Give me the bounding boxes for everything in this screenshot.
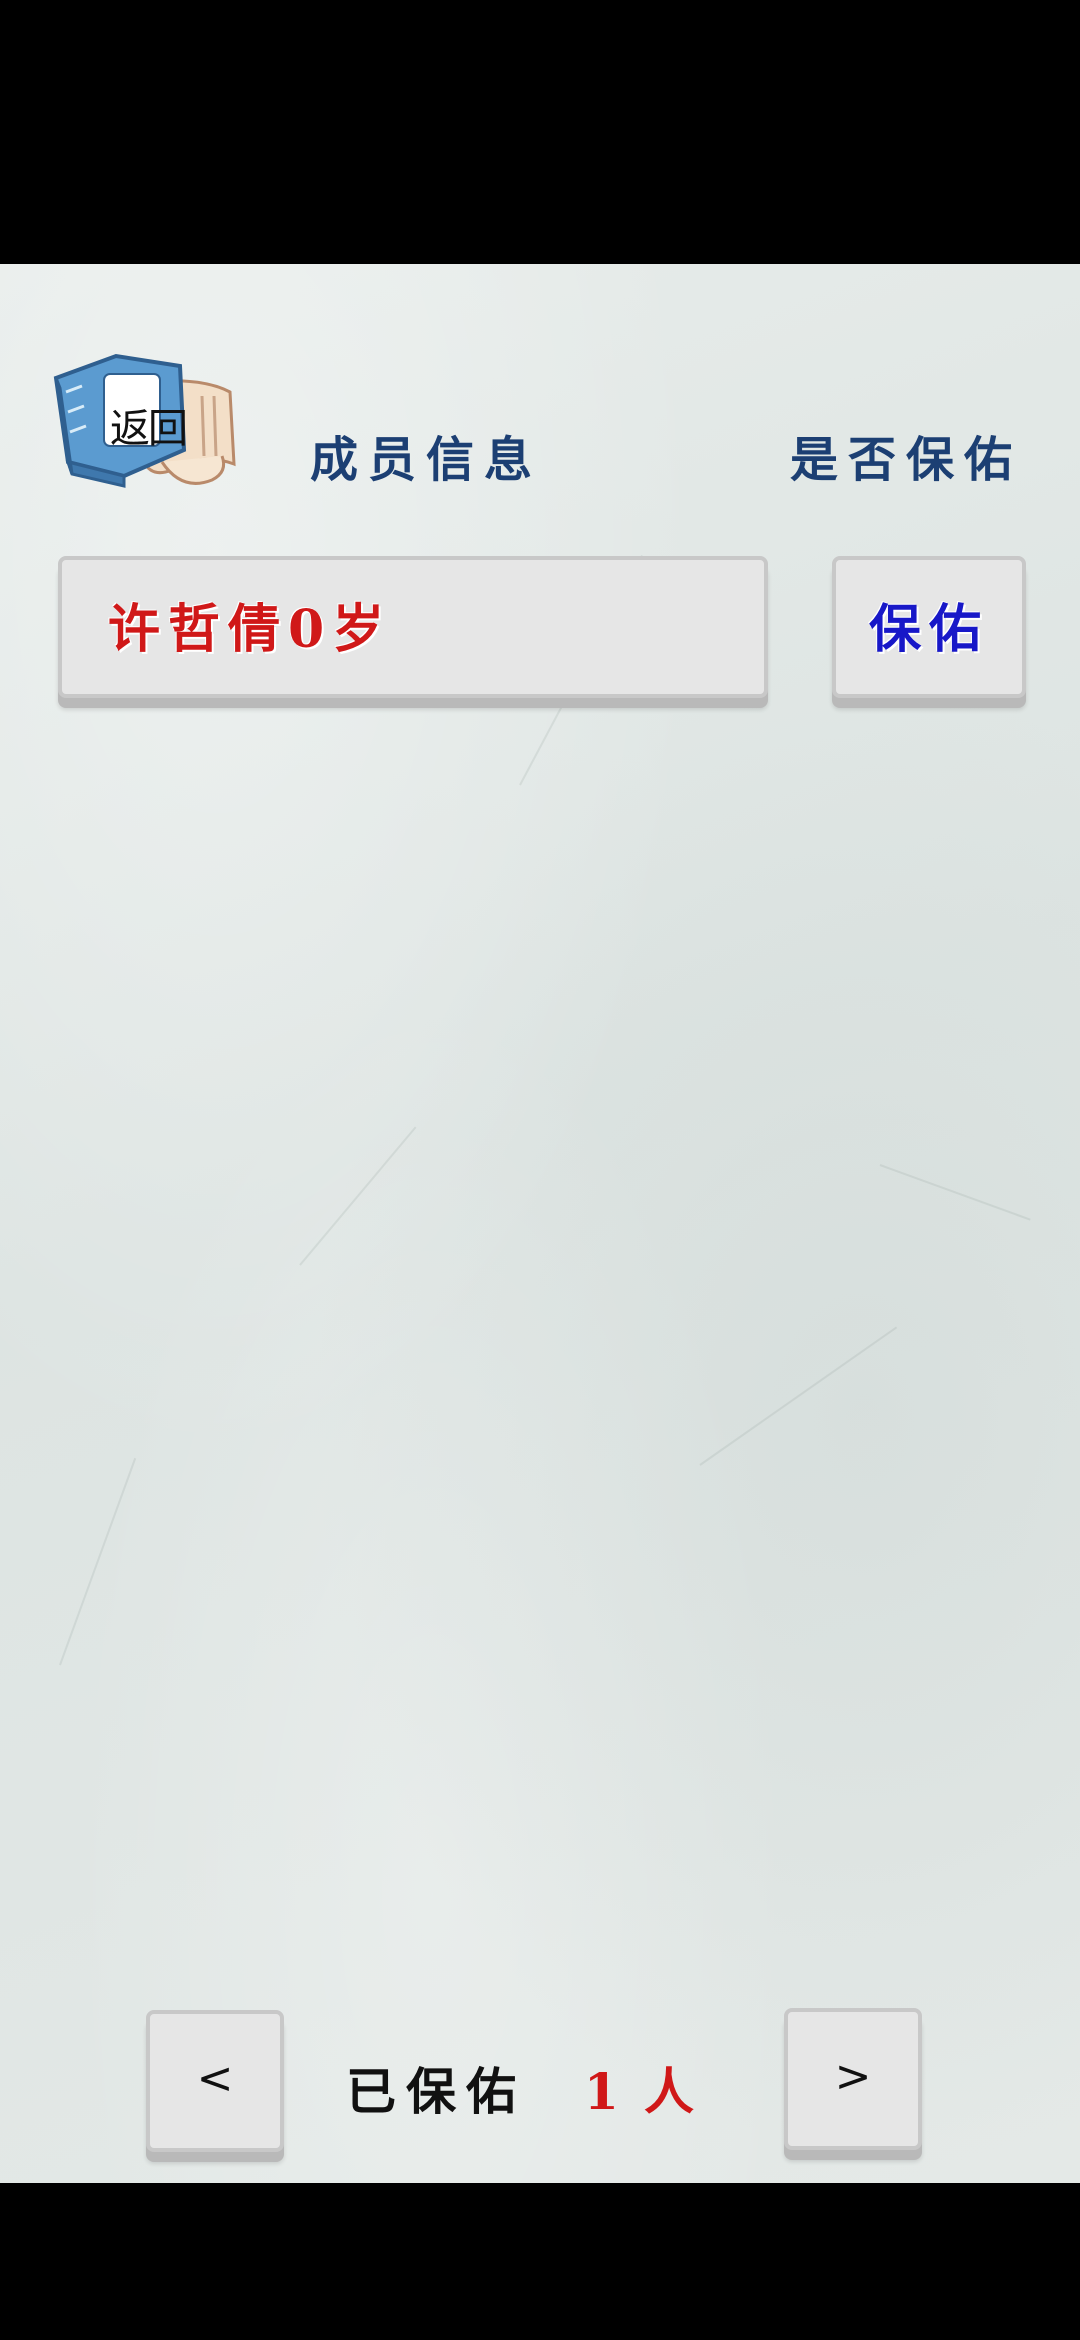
next-page-button[interactable]: > bbox=[784, 2008, 922, 2150]
paper-texture bbox=[59, 1457, 137, 1666]
protected-label: 已保佑 bbox=[346, 2062, 526, 2121]
chevron-left-icon: < bbox=[196, 2053, 234, 2104]
protect-button[interactable]: 保佑 bbox=[832, 556, 1026, 698]
paper-background bbox=[0, 264, 1080, 2183]
protected-count: 1 bbox=[584, 2062, 619, 2121]
member-row: 许哲倩0岁 bbox=[58, 556, 768, 698]
protect-button-label: 保佑 bbox=[868, 599, 989, 660]
previous-page-button[interactable]: < bbox=[146, 2010, 284, 2152]
navigation-bar-area bbox=[0, 2183, 1080, 2340]
back-button[interactable]: 返回 bbox=[52, 352, 242, 500]
paper-texture bbox=[299, 1126, 417, 1266]
protected-unit: 人 bbox=[644, 2062, 694, 2121]
paper-texture bbox=[879, 1164, 1031, 1221]
back-label: 返回 bbox=[110, 406, 188, 452]
member-info-header: 成员信息 bbox=[310, 432, 543, 488]
member-name-age: 许哲倩0岁 bbox=[108, 599, 393, 660]
paper-texture bbox=[699, 1326, 898, 1466]
chevron-right-icon: > bbox=[834, 2051, 872, 2102]
protect-status-header: 是否保佑 bbox=[790, 432, 1023, 488]
status-bar-area bbox=[0, 0, 1080, 264]
